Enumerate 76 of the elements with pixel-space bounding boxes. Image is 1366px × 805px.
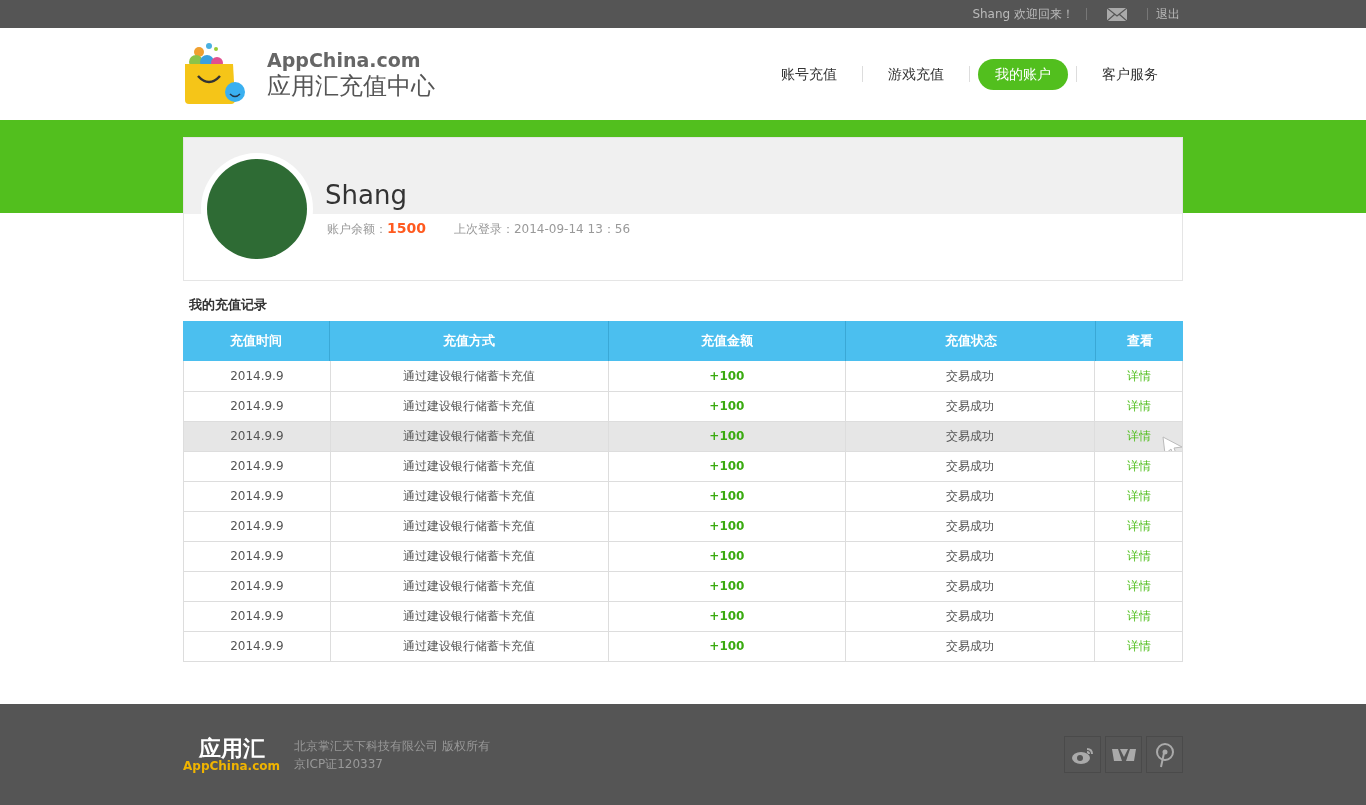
table-cell-text: 通过建设银行储蓄卡充值 bbox=[403, 458, 536, 475]
table-cell-text: +100 bbox=[709, 608, 745, 625]
column-header: 充值方式 bbox=[329, 320, 608, 361]
table-cell-text: 交易成功 bbox=[945, 428, 994, 445]
shopping-bag-logo-icon bbox=[183, 42, 247, 106]
table-cell-text: +100 bbox=[709, 488, 745, 505]
table-cell-text: +100 bbox=[709, 367, 745, 385]
table-cell-text: 通过建设银行储蓄卡充值 bbox=[403, 638, 536, 655]
table-row[interactable]: 2014.9.9 通过建设银行储蓄卡充值 +100 交易成功 详情 bbox=[183, 480, 1183, 511]
table-cell-text: 交易成功 bbox=[945, 638, 994, 655]
table-row[interactable]: 2014.9.9 通过建设银行储蓄卡充值 +100 交易成功 详情 bbox=[183, 600, 1183, 631]
table-cell-text: +100 bbox=[709, 518, 745, 535]
table-cell-text: 2014.9.9 bbox=[230, 638, 284, 655]
table-cell-text: 2014.9.9 bbox=[230, 398, 284, 415]
column-header: 充值金额 bbox=[608, 320, 845, 361]
nav-tab[interactable]: 游戏充值 bbox=[871, 58, 961, 90]
balance-label: 账户余额： bbox=[327, 221, 387, 238]
table-row[interactable]: 2014.9.9 通过建设银行储蓄卡充值 +100 交易成功 详情 bbox=[183, 420, 1183, 451]
social-logo-icon[interactable] bbox=[1105, 736, 1142, 773]
table-cell-text: 通过建设银行储蓄卡充值 bbox=[403, 608, 536, 625]
table-cell-text: 通过建设银行储蓄卡充值 bbox=[403, 548, 536, 565]
footer-logo-text: 应用汇 bbox=[198, 737, 265, 760]
nav-tab[interactable]: 客户服务 bbox=[1085, 58, 1175, 90]
table-cell-text: 交易成功 bbox=[945, 458, 994, 475]
table-cell-text: +100 bbox=[709, 638, 745, 655]
greeting-text: Shang 欢迎回来！ bbox=[972, 6, 1074, 23]
column-header: 充值时间 bbox=[229, 331, 283, 350]
table-cell-text: +100 bbox=[709, 458, 745, 475]
table-cell-text: 交易成功 bbox=[945, 608, 994, 625]
footer-logo-brand: AppChina.com bbox=[183, 759, 280, 772]
table-cell-text: 交易成功 bbox=[945, 518, 994, 535]
user-name: Shang bbox=[325, 179, 407, 212]
table-cell-text: 通过建设银行储蓄卡充值 bbox=[403, 428, 536, 445]
table-cell-text: 2014.9.9 bbox=[230, 608, 284, 625]
table-cell-text: 2014.9.9 bbox=[230, 578, 284, 595]
table-cell-text: 交易成功 bbox=[945, 548, 994, 565]
table-cell-text: 2014.9.9 bbox=[230, 367, 284, 385]
logo-brand-text: AppChina.com bbox=[267, 50, 422, 70]
table-cell-text: 通过建设银行储蓄卡充值 bbox=[403, 578, 536, 595]
table-row[interactable]: 2014.9.9 通过建设银行储蓄卡充值 +100 交易成功 详情 bbox=[183, 630, 1183, 661]
nav-tab[interactable]: 账号充值 bbox=[764, 58, 854, 90]
table-cell-text: 2014.9.9 bbox=[230, 488, 284, 505]
table-cell-text: 通过建设银行储蓄卡充值 bbox=[403, 367, 536, 385]
column-header: 查看 bbox=[1095, 320, 1183, 361]
table-cell-text: 2014.9.9 bbox=[230, 518, 284, 535]
copyright-text: 北京掌汇天下科技有限公司 版权所有 bbox=[294, 737, 490, 755]
table-row[interactable]: 2014.9.9 通过建设银行储蓄卡充值 +100 交易成功 详情 bbox=[183, 450, 1183, 481]
table-cell-text: 通过建设银行储蓄卡充值 bbox=[403, 488, 536, 505]
balance-value: 1500 bbox=[387, 219, 426, 238]
table-row[interactable]: 2014.9.9 通过建设银行储蓄卡充值 +100 交易成功 详情 bbox=[183, 570, 1183, 601]
table-cell-text: +100 bbox=[709, 548, 745, 565]
table-row[interactable]: 2014.9.9 通过建设银行储蓄卡充值 +100 交易成功 详情 bbox=[183, 390, 1183, 421]
column-header: 充值状态 bbox=[845, 320, 1095, 361]
mail-icon[interactable] bbox=[1107, 7, 1127, 21]
table-cell-text: 交易成功 bbox=[945, 398, 994, 415]
logout-link[interactable]: 退出 bbox=[1156, 5, 1180, 23]
table-cell-text: 2014.9.9 bbox=[230, 428, 284, 445]
table-cell-text: 2014.9.9 bbox=[230, 458, 284, 475]
icp-text: 京ICP证120337 bbox=[294, 755, 384, 773]
table-cell-text: 交易成功 bbox=[945, 578, 994, 595]
table-cell-text: +100 bbox=[709, 398, 745, 415]
table-row[interactable]: 2014.9.9 通过建设银行储蓄卡充值 +100 交易成功 详情 bbox=[183, 540, 1183, 571]
table-cell-text: +100 bbox=[709, 428, 745, 445]
table-row[interactable]: 2014.9.9 通过建设银行储蓄卡充值 +100 交易成功 详情 bbox=[183, 510, 1183, 541]
records-title: 我的充值记录 bbox=[188, 296, 268, 314]
table-cell-text: 2014.9.9 bbox=[230, 548, 284, 565]
table-row[interactable]: 2014.9.9 通过建设银行储蓄卡充值 +100 交易成功 详情 bbox=[183, 360, 1183, 391]
last-login-text: 上次登录：2014-09-14 13：56 bbox=[453, 221, 631, 238]
table-cell-text: 交易成功 bbox=[945, 367, 994, 385]
table-cell-text: 交易成功 bbox=[945, 488, 994, 505]
table-cell-text: +100 bbox=[709, 578, 745, 595]
table-cell-text: 通过建设银行储蓄卡充值 bbox=[403, 518, 536, 535]
weibo-icon[interactable] bbox=[1064, 736, 1101, 773]
pin-logo-icon[interactable] bbox=[1146, 736, 1183, 773]
logo-title-text: 应用汇充值中心 bbox=[267, 73, 435, 98]
table-cell-text: 通过建设银行储蓄卡充值 bbox=[403, 398, 536, 415]
